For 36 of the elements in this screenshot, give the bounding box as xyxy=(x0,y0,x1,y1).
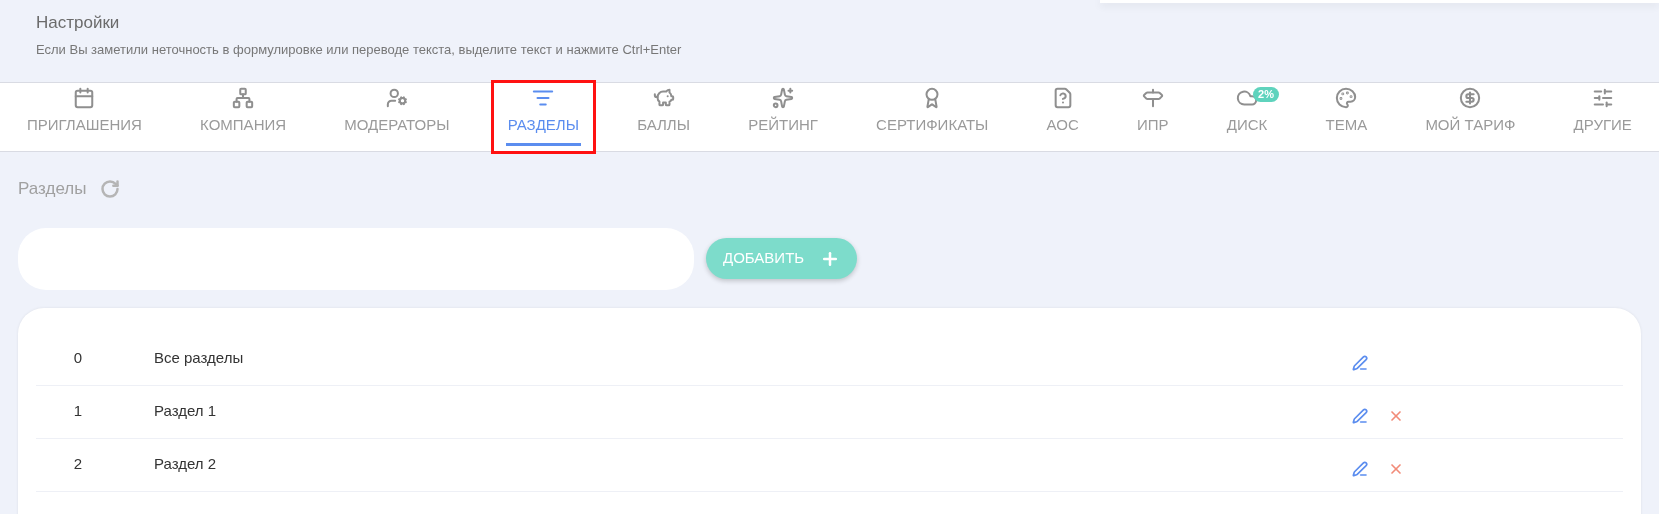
page-hint: Если Вы заметили неточность в формулировке или переводе текста, выделите текст и нажмите Ctrl+Enter xyxy=(36,40,683,59)
tab[interactable]: ТЕМА xyxy=(1308,80,1385,154)
usage-badge: 2% xyxy=(1253,87,1279,102)
row-number: 0 xyxy=(72,348,84,369)
section-name: Все разделы xyxy=(154,348,245,369)
hierarchy-icon xyxy=(232,87,255,109)
row-number: 2 xyxy=(72,454,84,475)
section-name: Раздел 1 xyxy=(154,401,218,422)
tab[interactable]: МОЙ ТАРИФ xyxy=(1408,80,1533,154)
calendar-icon xyxy=(73,87,96,109)
tab[interactable]: РАЗДЕЛЫ xyxy=(490,80,596,154)
tab[interactable]: 2% ДИСК xyxy=(1209,80,1285,154)
tab[interactable]: КОМПАНИЯ xyxy=(183,80,304,154)
tab[interactable]: ИПР xyxy=(1120,80,1186,154)
palette-icon xyxy=(1335,87,1358,109)
row-number: 1 xyxy=(72,401,84,422)
refresh-icon[interactable] xyxy=(100,178,121,199)
tab[interactable]: РЕЙТИНГ xyxy=(731,80,835,154)
dollar-icon xyxy=(1459,87,1482,109)
page-title: Настройки xyxy=(36,12,121,34)
tab[interactable]: ПРИГЛАШЕНИЯ xyxy=(10,80,159,154)
edit-icon[interactable] xyxy=(1352,460,1368,477)
add-button[interactable]: ДОБАВИТЬ xyxy=(706,238,858,279)
sparkles-icon xyxy=(772,87,795,109)
edit-icon[interactable] xyxy=(1352,407,1368,424)
user-gear-icon xyxy=(385,87,408,109)
section-title: Разделы xyxy=(18,178,87,200)
edit-icon[interactable] xyxy=(1352,354,1368,371)
section-name: Раздел 2 xyxy=(154,454,218,475)
tab[interactable]: ДРУГИЕ xyxy=(1556,80,1649,154)
tab[interactable]: БАЛЛЫ xyxy=(620,80,707,154)
tab[interactable]: МОДЕРАТОРЫ xyxy=(327,80,467,154)
piggy-bank-icon xyxy=(652,87,675,109)
tab[interactable]: СЕРТИФИКАТЫ xyxy=(859,80,1006,154)
tab[interactable]: АОС xyxy=(1029,80,1096,154)
sliders-icon xyxy=(1591,87,1614,109)
